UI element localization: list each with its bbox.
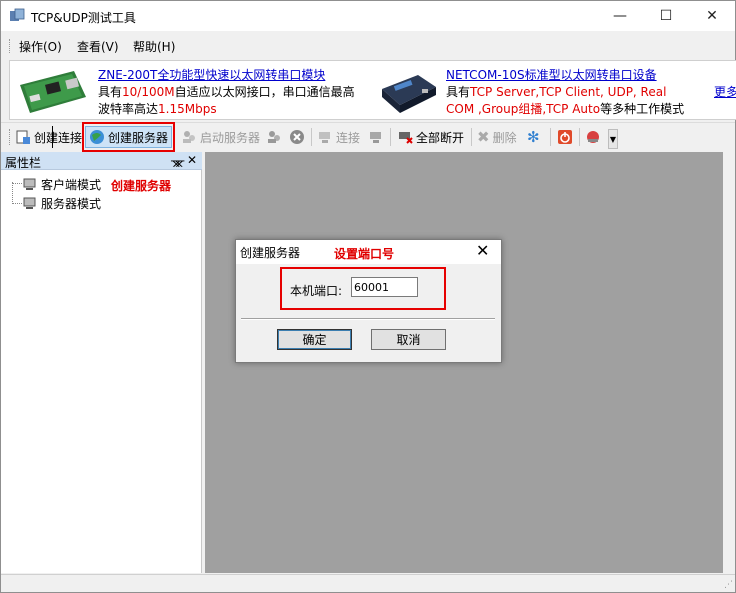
module-board-image[interactable]: [16, 67, 88, 115]
annotation-connector: [52, 126, 53, 148]
gear-icon: ✻: [527, 128, 540, 146]
help-button[interactable]: [585, 126, 601, 148]
ad2-text: NETCOM-10S标准型以太网转串口设备 具有TCP Server,TCP C…: [446, 67, 684, 118]
delete-label: 删除: [492, 130, 517, 145]
properties-panel: 属性栏 ᚘ ✕ 客户端模式 服务器模式 创建服务器: [1, 152, 202, 573]
panel-title: 属性栏: [5, 156, 42, 170]
start-server-label: 启动服务器: [200, 130, 261, 145]
ad2-line3a: COM ,Group组播,TCP Auto: [446, 102, 601, 116]
cancel-button[interactable]: 取消: [371, 329, 446, 350]
more-link[interactable]: 更多: [714, 84, 736, 101]
netcom-device-image[interactable]: [378, 69, 440, 115]
panel-header: 属性栏 ᚘ ✕: [1, 152, 202, 170]
ad1-link[interactable]: ZNE-200T全功能型快速以太网转串口模块: [98, 68, 325, 82]
settings-button[interactable]: ✻: [527, 126, 540, 148]
toolbar-separator: [550, 128, 551, 146]
menu-help[interactable]: 帮助(H): [133, 38, 175, 55]
toolbar-separator: [579, 128, 580, 146]
start-server-icon: [183, 131, 195, 143]
tree-connector: [12, 183, 22, 184]
help-icon: [587, 131, 599, 143]
ad1-line3b: 1.15Mbps: [158, 102, 217, 116]
close-button[interactable]: ✕: [689, 1, 735, 31]
vertical-scrollbar[interactable]: [723, 152, 735, 573]
menu-grip: [9, 39, 11, 53]
start-server-button[interactable]: 启动服务器: [181, 126, 260, 148]
pin-icon[interactable]: ᚘ: [171, 154, 184, 167]
ad1-line2c: 自适应以太网接口，串口通信最高: [174, 85, 355, 99]
close-item-button[interactable]: [289, 126, 305, 148]
title-bar: TCP&UDP测试工具 — ☐ ✕: [1, 1, 735, 31]
ok-button[interactable]: 确定: [277, 329, 352, 350]
minimize-button[interactable]: —: [597, 1, 643, 31]
tree-item-server-mode[interactable]: 服务器模式: [23, 195, 101, 212]
disconnect-all-label: 全部断开: [416, 130, 465, 145]
toolbar-overflow-button[interactable]: ▼: [608, 129, 618, 149]
power-icon: [558, 130, 572, 144]
dialog-close-icon[interactable]: ✕: [476, 241, 489, 260]
disconnect-button[interactable]: [368, 126, 384, 148]
panel-close-icon[interactable]: ✕: [187, 153, 197, 167]
create-server-highlight: [82, 122, 175, 152]
create-connection-label: 创建连接: [34, 130, 83, 145]
delete-icon: ✖: [477, 128, 490, 146]
annotation-set-port: 设置端口号: [334, 247, 395, 261]
port-highlight: [280, 267, 446, 310]
menu-bar: 操作(O) 查看(V) 帮助(H): [1, 33, 735, 57]
tree-connector: [12, 182, 13, 204]
disconnect-icon: [370, 132, 381, 143]
disconnect-all-button[interactable]: 全部断开: [397, 126, 464, 148]
toolbar-separator: [311, 128, 312, 146]
toolbar-grip: [9, 129, 11, 145]
connect-label: 连接: [336, 130, 361, 145]
window-title: TCP&UDP测试工具: [31, 11, 136, 25]
app-window: TCP&UDP测试工具 — ☐ ✕ 操作(O) 查看(V) 帮助(H) ZNE-…: [0, 0, 736, 593]
tree-item-client-mode[interactable]: 客户端模式: [23, 176, 101, 193]
connect-icon: [319, 132, 330, 143]
ad1-text: ZNE-200T全功能型快速以太网转串口模块 具有10/100M自适应以太网接口…: [98, 67, 355, 118]
maximize-button[interactable]: ☐: [643, 1, 689, 31]
app-icon: [10, 8, 25, 21]
server-mode-label: 服务器模式: [41, 197, 102, 211]
delete-button[interactable]: ✖ 删除: [477, 126, 517, 148]
toolbar-separator: [390, 128, 391, 146]
computer-icon: [23, 197, 36, 209]
ad1-line2b: 10/100M: [122, 85, 175, 99]
disconnect-all-icon: [399, 132, 413, 144]
dialog-separator: [241, 318, 495, 320]
tree-connector: [12, 203, 22, 204]
ad2-link[interactable]: NETCOM-10S标准型以太网转串口设备: [446, 68, 657, 82]
ad1-line2a: 具有: [98, 85, 123, 99]
ad-banner: ZNE-200T全功能型快速以太网转串口模块 具有10/100M自适应以太网接口…: [9, 60, 736, 120]
menu-operate[interactable]: 操作(O): [19, 38, 62, 55]
ad2-line2b: TCP Server,TCP Client, UDP, Real: [470, 85, 667, 99]
ad2-line2a: 具有: [446, 85, 471, 99]
ad1-line3a: 波特率高达: [98, 102, 159, 116]
computer-icon: [23, 178, 36, 190]
chevron-down-icon: ▼: [609, 134, 617, 144]
client-mode-label: 客户端模式: [41, 178, 102, 192]
dialog-title-bar: 创建服务器 设置端口号 ✕: [236, 240, 501, 264]
new-connection-icon: [16, 130, 30, 144]
dialog-title: 创建服务器: [240, 246, 301, 260]
connect-button[interactable]: 连接: [317, 126, 360, 148]
ad2-line3b: 等多种工作模式: [600, 102, 685, 116]
power-button[interactable]: [557, 126, 573, 148]
menu-view[interactable]: 查看(V): [77, 38, 119, 55]
stop-server-button[interactable]: [266, 126, 282, 148]
stop-server-icon: [268, 131, 280, 143]
resize-grip-icon[interactable]: ⋰: [724, 580, 733, 590]
toolbar-separator: [471, 128, 472, 146]
status-bar: ⋰: [1, 574, 735, 592]
create-connection-button[interactable]: 创建连接: [15, 126, 82, 148]
close-circle-icon: [290, 130, 304, 144]
annotation-create-server: 创建服务器: [111, 179, 172, 193]
create-server-dialog: 创建服务器 设置端口号 ✕ 本机端口: 确定 取消: [235, 239, 502, 363]
